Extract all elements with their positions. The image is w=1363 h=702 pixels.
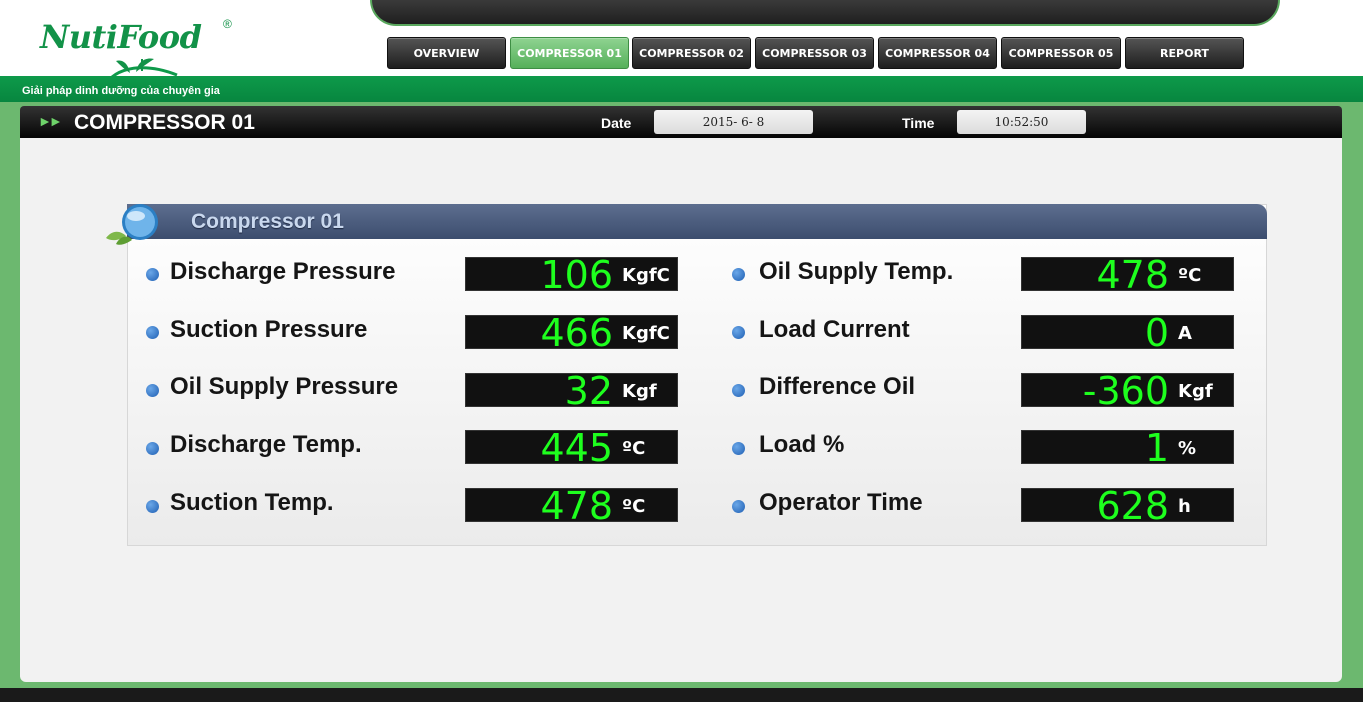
operator-time-value: 628	[1096, 484, 1169, 528]
bullet-icon	[146, 326, 159, 339]
nav-compressor-05-button[interactable]: COMPRESSOR 05	[1001, 37, 1121, 69]
oil-supply-temp-value: 478	[1096, 253, 1169, 297]
suction-temp-display: 478 ºC	[465, 484, 678, 528]
difference-oil-display: -360 Kgf	[1021, 369, 1234, 413]
bullet-icon	[732, 442, 745, 455]
load-percent-value: 1	[1144, 426, 1169, 470]
registered-mark: ®	[223, 17, 232, 31]
load-percent-label: Load %	[759, 431, 845, 458]
discharge-temp-display: 445 ºC	[465, 426, 678, 470]
date-label: Date	[601, 115, 632, 131]
footer-bar	[0, 688, 1363, 702]
discharge-temp-label: Discharge Temp.	[170, 431, 362, 458]
nav-compressor-02-button[interactable]: COMPRESSOR 02	[632, 37, 751, 69]
load-percent-unit: %	[1178, 438, 1197, 459]
suction-temp-unit: ºC	[622, 496, 646, 517]
discharge-temp-unit: ºC	[622, 438, 646, 459]
suction-pressure-unit: KgfC	[622, 323, 670, 344]
load-current-value: 0	[1144, 311, 1169, 355]
sprout-icon	[111, 58, 178, 79]
operator-time-unit: h	[1178, 496, 1191, 517]
discharge-pressure-unit: KgfC	[622, 265, 670, 286]
load-percent-display: 1 %	[1021, 426, 1234, 470]
globe-leaf-icon	[106, 204, 158, 245]
nav-compressor-01-button[interactable]: COMPRESSOR 01	[510, 37, 629, 69]
date-field: 2015- 6- 8	[654, 110, 813, 134]
bullet-icon	[732, 384, 745, 397]
time-label: Time	[902, 115, 935, 131]
discharge-pressure-label: Discharge Pressure	[170, 258, 396, 285]
header-top-bar	[370, 0, 1280, 26]
brand-tagline: Giải pháp dinh dưỡng của chuyên gia	[22, 85, 220, 97]
discharge-pressure-display: 106 KgfC	[465, 253, 678, 297]
discharge-pressure-value: 106	[540, 253, 613, 297]
nav-overview-button[interactable]: OVERVIEW	[387, 37, 506, 69]
double-arrow-icon: ►►	[38, 113, 63, 129]
page-title: COMPRESSOR 01	[74, 111, 255, 134]
operator-time-label: Operator Time	[759, 489, 923, 516]
suction-pressure-label: Suction Pressure	[170, 316, 368, 343]
oil-supply-temp-unit: ºC	[1178, 265, 1202, 286]
load-current-unit: A	[1178, 323, 1192, 344]
bullet-icon	[732, 326, 745, 339]
oil-supply-temp-label: Oil Supply Temp.	[759, 258, 954, 285]
suction-pressure-display: 466 KgfC	[465, 311, 678, 355]
bullet-icon	[732, 500, 745, 513]
oil-supply-pressure-value: 32	[564, 369, 613, 413]
oil-supply-temp-display: 478 ºC	[1021, 253, 1234, 297]
bullet-icon	[146, 500, 159, 513]
nav-compressor-04-button[interactable]: COMPRESSOR 04	[878, 37, 997, 69]
oil-supply-pressure-display: 32 Kgf	[465, 369, 678, 413]
nav-compressor-03-button[interactable]: COMPRESSOR 03	[755, 37, 874, 69]
suction-pressure-value: 466	[540, 311, 613, 355]
page-title-bar: ►► COMPRESSOR 01 Date 2015- 6- 8 Time 10…	[20, 106, 1342, 138]
load-current-label: Load Current	[759, 316, 910, 343]
difference-oil-label: Difference Oil	[759, 373, 916, 400]
difference-oil-value: -360	[1082, 369, 1169, 413]
oil-supply-pressure-unit: Kgf	[622, 381, 657, 402]
oil-supply-pressure-label: Oil Supply Pressure	[170, 373, 399, 400]
bullet-icon	[146, 442, 159, 455]
discharge-temp-value: 445	[540, 426, 613, 470]
bullet-icon	[732, 268, 745, 281]
time-field: 10:52:50	[957, 110, 1086, 134]
card-title: Compressor 01	[191, 210, 344, 233]
nav-report-button[interactable]: REPORT	[1125, 37, 1244, 69]
suction-temp-label: Suction Temp.	[170, 489, 334, 516]
bullet-icon	[146, 384, 159, 397]
difference-oil-unit: Kgf	[1178, 381, 1213, 402]
operator-time-display: 628 h	[1021, 484, 1234, 528]
bullet-icon	[146, 268, 159, 281]
nutifood-logo: NutiFood	[40, 18, 202, 56]
load-current-display: 0 A	[1021, 311, 1234, 355]
suction-temp-value: 478	[540, 484, 613, 528]
